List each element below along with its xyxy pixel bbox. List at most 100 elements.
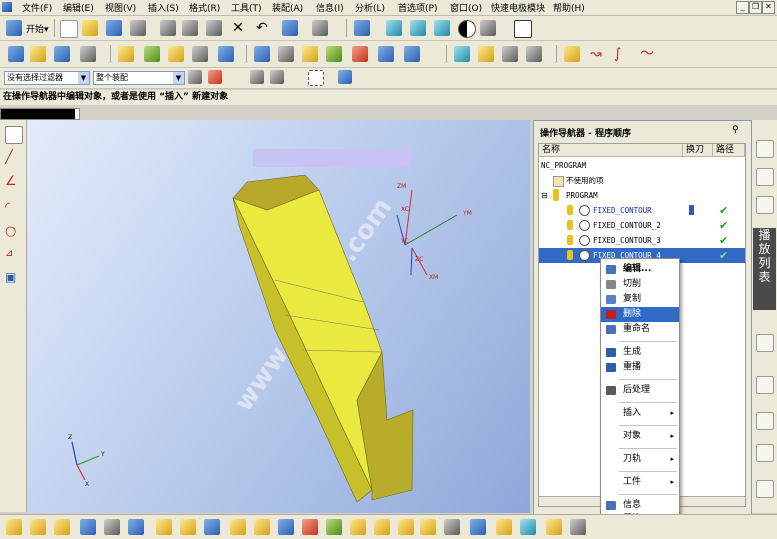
history-tab-icon[interactable] <box>756 376 774 394</box>
measure-icon[interactable]: ⊿ <box>5 248 21 264</box>
menu-item-workpiece[interactable]: 工件 ▸ <box>601 475 679 490</box>
lock-icon[interactable] <box>570 519 586 535</box>
simulate-icon[interactable] <box>470 519 486 535</box>
menu-view[interactable]: 视图(V) <box>105 1 136 14</box>
system-materials-tab-icon[interactable] <box>756 444 774 462</box>
column-header-tool-change[interactable]: 换刀 <box>683 144 713 157</box>
assembly-navigator-tab-icon[interactable] <box>756 196 774 214</box>
cam-setup-icon[interactable] <box>520 519 536 535</box>
menu-item-delete[interactable]: 删除 <box>601 307 679 322</box>
filter-icon[interactable] <box>188 70 202 84</box>
key-icon[interactable] <box>564 46 580 62</box>
menu-item-cut[interactable]: 切削 <box>601 277 679 292</box>
view-shaded-icon[interactable] <box>410 20 426 36</box>
start-icon[interactable] <box>6 20 22 36</box>
menu-item-rename[interactable]: 重命名 <box>601 322 679 337</box>
edit-icon[interactable] <box>454 46 470 62</box>
cube-filter-icon[interactable] <box>338 70 352 84</box>
select-icon[interactable] <box>282 20 298 36</box>
feed-icon[interactable] <box>374 519 390 535</box>
assembly-scope-select[interactable]: 整个装配 ▼ <box>93 71 185 85</box>
clock-icon[interactable] <box>526 46 542 62</box>
create-program-icon[interactable] <box>180 519 196 535</box>
menu-edit[interactable]: 编辑(E) <box>63 1 94 14</box>
playlist-tab[interactable]: 播放列表 <box>753 228 776 310</box>
menu-item-copy[interactable]: 复制 <box>601 292 679 307</box>
start-button[interactable]: 开始▾ <box>26 22 49 35</box>
paste-icon[interactable] <box>206 20 222 36</box>
postprocess-icon[interactable] <box>218 46 234 62</box>
view-wireframe-icon[interactable] <box>386 20 402 36</box>
menu-insert[interactable]: 插入(S) <box>148 1 179 14</box>
mill-geometry-icon[interactable] <box>30 519 46 535</box>
new-file-icon[interactable] <box>60 20 78 38</box>
close-button[interactable]: ✕ <box>762 1 775 14</box>
document-tab-icon[interactable] <box>756 480 774 498</box>
menu-format[interactable]: 格式(R) <box>189 1 220 14</box>
menu-item-toolpath[interactable]: 刀轨 ▸ <box>601 452 679 467</box>
list-icon[interactable] <box>192 46 208 62</box>
tree-row[interactable]: FIXED_CONTOUR_3 ✔ <box>539 233 745 248</box>
menu-help[interactable]: 帮助(H) <box>553 1 585 14</box>
replay-icon[interactable] <box>302 46 318 62</box>
column-header-name[interactable]: 名称 <box>539 144 683 157</box>
clip-icon[interactable] <box>546 519 562 535</box>
column-header-path[interactable]: 路径 <box>713 144 745 157</box>
tool-program-icon[interactable] <box>80 46 96 62</box>
shop-doc-icon[interactable] <box>378 46 394 62</box>
tool-create-icon[interactable] <box>8 46 24 62</box>
graphics-viewport[interactable]: www.caxspu.com ZM XC YM YC ZC XM Z Y X <box>27 120 530 513</box>
tree-row[interactable]: NC_PROGRAM <box>539 158 745 173</box>
view-icon[interactable] <box>80 519 96 535</box>
select-all-icon[interactable] <box>250 70 264 84</box>
selection-filter-select[interactable]: 没有选择过滤器 ▼ <box>4 71 90 85</box>
mill-tool-icon[interactable] <box>6 519 22 535</box>
collapse-icon[interactable]: ⊟ <box>541 188 548 203</box>
create-method-icon[interactable] <box>254 519 270 535</box>
gouge-check-icon[interactable] <box>326 519 342 535</box>
line-icon[interactable]: ╱ <box>5 150 21 166</box>
menu-preferences[interactable]: 首选项(P) <box>398 1 437 14</box>
cut-icon[interactable] <box>160 20 176 36</box>
generate-path-icon[interactable] <box>326 46 342 62</box>
curve-icon[interactable]: ↝ <box>590 46 606 62</box>
menu-item-insert[interactable]: 插入 ▸ <box>601 406 679 421</box>
machine-icon[interactable] <box>404 46 420 62</box>
transform-icon[interactable] <box>302 519 318 535</box>
snap-point-icon[interactable] <box>5 126 23 144</box>
stock-icon[interactable] <box>350 519 366 535</box>
view-iso-icon[interactable] <box>434 20 450 36</box>
minimize-button[interactable]: _ <box>736 1 749 14</box>
delete-path-icon[interactable] <box>352 46 368 62</box>
restore-button[interactable]: ❐ <box>749 1 762 14</box>
arc-icon[interactable]: ∫ <box>614 46 630 62</box>
tool-geometry-icon[interactable] <box>30 46 46 62</box>
menu-info[interactable]: 信息(I) <box>316 1 344 14</box>
tree-row[interactable]: ⊟ PROGRAM <box>539 188 745 203</box>
shading-toggle-icon[interactable] <box>458 20 476 38</box>
web-browser-tab-icon[interactable] <box>756 334 774 352</box>
object-icon[interactable] <box>478 46 494 62</box>
pin-icon[interactable]: ⚲ <box>732 125 742 135</box>
menu-item-info[interactable]: 信息 <box>601 498 679 513</box>
open-folder-icon[interactable] <box>82 20 98 36</box>
navigator-tab-icon[interactable] <box>756 140 774 158</box>
undo-icon[interactable]: ↶ <box>256 20 272 36</box>
create-operation-icon[interactable] <box>156 519 172 535</box>
generate-icon[interactable] <box>144 46 160 62</box>
tool-method-icon[interactable] <box>54 46 70 62</box>
delete-x-icon[interactable]: ✕ <box>230 20 246 36</box>
spline-icon[interactable]: 〜 <box>640 46 656 62</box>
circle-icon[interactable]: ○ <box>5 224 21 240</box>
menu-file[interactable]: 文件(F) <box>22 1 52 14</box>
command-finder-icon[interactable] <box>312 20 328 36</box>
angle-icon[interactable]: ∠ <box>5 174 21 190</box>
cutter-icon[interactable] <box>420 519 436 535</box>
menu-item-generate[interactable]: 生成 <box>601 345 679 360</box>
rectangle-select-icon[interactable] <box>308 70 324 86</box>
menu-item-replay[interactable]: 重播 <box>601 360 679 375</box>
output-icon[interactable] <box>444 519 460 535</box>
tree-row[interactable]: FIXED_CONTOUR ✔ <box>539 203 745 218</box>
menu-window[interactable]: 窗口(O) <box>450 1 482 14</box>
verify-icon[interactable] <box>168 46 184 62</box>
